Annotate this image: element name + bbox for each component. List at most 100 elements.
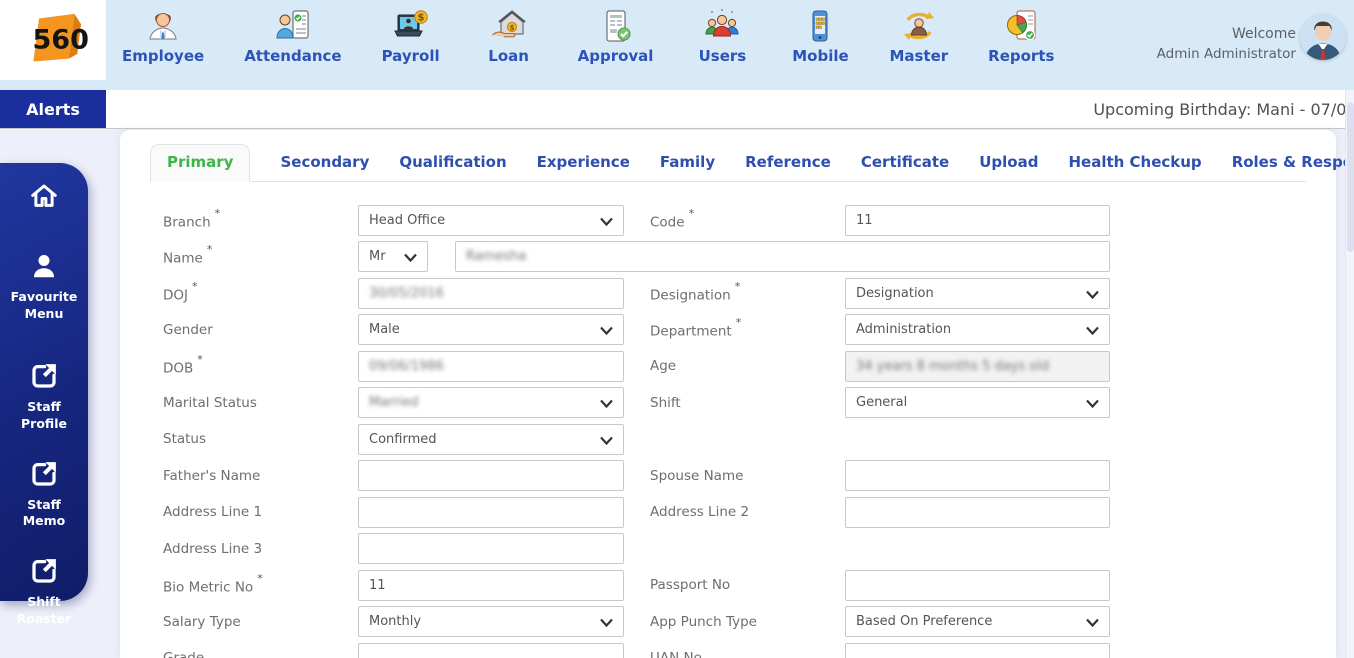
grade-label: Grade — [163, 650, 358, 658]
sidebar-item-staff-memo[interactable]: Staff Memo — [0, 459, 88, 531]
alerts-bar: Alerts Upcoming Birthday: Mani - 07/01/ — [0, 90, 1354, 129]
form-row: Salary Type Monthly App Punch Type Based… — [163, 604, 1336, 641]
dob-input[interactable]: 09/06/1986 — [358, 350, 624, 382]
sidebar-item-label: Staff Memo — [22, 496, 66, 529]
form-row: DOJ* 30/05/2016 Designation* Designation — [163, 275, 1336, 312]
welcome-line: Welcome — [1231, 26, 1296, 42]
shift-select[interactable]: General — [845, 387, 1110, 419]
form-row: Status Confirmed — [163, 421, 1336, 458]
payroll-icon: $ — [393, 8, 429, 44]
nav-item-employee[interactable]: Employee — [122, 8, 204, 65]
tab-certificate[interactable]: Certificate — [861, 145, 949, 181]
spouse-name-input[interactable] — [845, 460, 1110, 492]
passport-no-label: Passport No — [650, 577, 731, 594]
employee-form-panel: Primary Secondary Qualification Experien… — [120, 130, 1354, 658]
tab-health-checkup[interactable]: Health Checkup — [1068, 145, 1201, 181]
status-label: Status — [163, 431, 207, 448]
tab-qualification[interactable]: Qualification — [399, 145, 506, 181]
nav-item-mobile[interactable]: Mobile — [791, 8, 849, 65]
nav-item-approval[interactable]: Approval — [577, 8, 654, 65]
marital-status-select[interactable]: Married — [358, 387, 624, 419]
svg-text:560: 560 — [32, 24, 88, 55]
chevron-down-icon — [600, 217, 613, 226]
form-row: Grade UAN No — [163, 640, 1336, 658]
department-label: Department* — [650, 316, 742, 340]
sidebar-item-home[interactable] — [29, 181, 59, 211]
address-line-3-input[interactable] — [358, 533, 624, 565]
alerts-tab[interactable]: Alerts — [0, 90, 106, 128]
salary-type-select[interactable]: Monthly — [358, 606, 624, 638]
name-input[interactable]: Ramesha — [455, 241, 1110, 273]
vertical-scrollbar[interactable] — [1345, 90, 1354, 658]
form-row: Address Line 1 Address Line 2 — [163, 494, 1336, 531]
gender-label: Gender — [163, 321, 213, 338]
tab-upload[interactable]: Upload — [979, 145, 1038, 181]
salary-type-label: Salary Type — [163, 613, 241, 630]
nav-item-payroll[interactable]: $ Payroll — [382, 8, 440, 65]
logo-560-icon: 560 — [32, 13, 89, 62]
uan-no-input[interactable] — [845, 642, 1110, 658]
bio-metric-no-input[interactable] — [358, 569, 624, 601]
nav-label: Attendance — [244, 47, 342, 65]
chevron-down-icon — [1086, 327, 1099, 336]
name-title-select[interactable]: Mr — [358, 241, 428, 273]
tab-primary[interactable]: Primary — [150, 144, 251, 182]
nav-item-reports[interactable]: Reports — [988, 8, 1054, 65]
tab-family[interactable]: Family — [660, 145, 715, 181]
form-row: Address Line 3 — [163, 531, 1336, 568]
doj-input[interactable]: 30/05/2016 — [358, 277, 624, 309]
scrollbar-thumb[interactable] — [1347, 102, 1354, 252]
chevron-down-icon — [1086, 290, 1099, 299]
age-label: Age — [650, 358, 677, 375]
sidebar-item-favourite-menu[interactable]: Favourite Menu — [0, 251, 88, 323]
nav-item-attendance[interactable]: Attendance — [244, 8, 342, 65]
tab-experience[interactable]: Experience — [537, 145, 630, 181]
employee-icon — [145, 8, 181, 44]
sidebar-item-label: Shift Roaster — [16, 594, 72, 627]
marital-status-label: Marital Status — [163, 394, 257, 411]
address-line-1-input[interactable] — [358, 496, 624, 528]
address-line-3-label: Address Line 3 — [163, 540, 263, 557]
fathers-name-input[interactable] — [358, 460, 624, 492]
top-navigation: 560 Employee Attendance $ Payroll $ Loan… — [0, 0, 1354, 90]
branch-label: Branch* — [163, 206, 221, 231]
sidebar-item-staff-profile[interactable]: Staff Profile — [0, 361, 88, 433]
designation-select[interactable]: Designation — [845, 277, 1110, 309]
department-select[interactable]: Administration — [845, 314, 1110, 346]
sidebar-item-shift-roaster[interactable]: Shift Roaster — [0, 556, 88, 628]
nav-item-loan[interactable]: $ Loan — [480, 8, 538, 65]
approval-icon — [598, 8, 634, 44]
nav-label: Loan — [488, 47, 529, 65]
age-readonly-field: 34 years 8 months 5 days old — [845, 350, 1110, 382]
reports-icon — [1003, 8, 1039, 44]
status-select[interactable]: Confirmed — [358, 423, 624, 455]
nav-label: Reports — [988, 47, 1055, 65]
address-line-2-input[interactable] — [845, 496, 1110, 528]
dob-label: DOB* — [163, 352, 203, 377]
form-row: DOB* 09/06/1986 Age 34 years 8 months 5 … — [163, 348, 1336, 385]
chevron-down-icon — [404, 254, 417, 263]
passport-no-input[interactable] — [845, 569, 1110, 601]
nav-label: Approval — [577, 47, 654, 65]
gender-select[interactable]: Male — [358, 314, 624, 346]
uan-no-label: UAN No — [624, 650, 845, 658]
tab-secondary[interactable]: Secondary — [280, 145, 369, 181]
form-row: Marital Status Married Shift General — [163, 385, 1336, 422]
nav-item-master[interactable]: Master — [889, 8, 948, 65]
grade-input[interactable] — [358, 642, 624, 658]
spouse-name-label: Spouse Name — [650, 467, 744, 484]
share-arrow-icon — [32, 461, 56, 486]
tab-reference[interactable]: Reference — [745, 145, 831, 181]
nav-item-users[interactable]: Users — [693, 8, 751, 65]
app-punch-type-select[interactable]: Based On Preference — [845, 606, 1110, 638]
tab-roles-responsibilities[interactable]: Roles & Responsibilities — [1232, 145, 1354, 181]
chevron-down-icon — [600, 327, 613, 336]
form-row: Bio Metric No* Passport No — [163, 567, 1336, 604]
chevron-down-icon — [600, 400, 613, 409]
user-avatar[interactable] — [1300, 14, 1346, 60]
chevron-down-icon — [1086, 400, 1099, 409]
loan-icon: $ — [491, 8, 527, 44]
code-input[interactable] — [845, 204, 1110, 236]
share-arrow-icon — [32, 559, 56, 583]
branch-select[interactable]: Head Office — [358, 204, 624, 236]
